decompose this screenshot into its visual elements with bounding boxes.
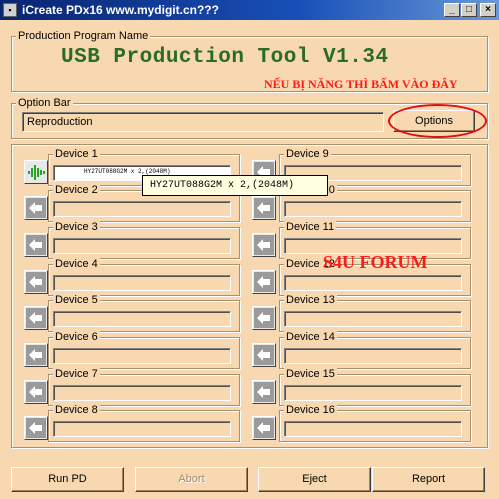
device-3-label: Device 3: [53, 221, 100, 233]
device-5-label: Device 5: [53, 294, 100, 306]
annotation-ellipse: [388, 104, 487, 138]
device-10-field: [284, 201, 462, 217]
program-headline: USB Production Tool V1.34: [61, 46, 389, 69]
device-4-icon-button[interactable]: [24, 270, 48, 294]
device-7-field: [53, 385, 231, 401]
device-4-label: Device 4: [53, 258, 100, 270]
device-7-icon-button[interactable]: [24, 380, 48, 404]
device-12-icon-button[interactable]: [252, 270, 276, 294]
device-11-label: Device 11: [284, 221, 337, 233]
device-15-label: Device 15: [284, 368, 337, 380]
device-10-icon-button[interactable]: [252, 196, 276, 220]
window-title: iCreate PDx16 www.mydigit.cn???: [22, 3, 219, 17]
device-2-field: [53, 201, 231, 217]
arrow-left-icon: [26, 382, 46, 402]
forum-watermark: S4U FORUM: [323, 252, 428, 272]
title-bar[interactable]: ▪ iCreate PDx16 www.mydigit.cn??? _ □ ×: [0, 0, 499, 20]
device-13-field: [284, 311, 462, 327]
minimize-button[interactable]: _: [444, 3, 460, 17]
abort-button[interactable]: Abort: [135, 467, 248, 492]
arrow-left-icon: [26, 198, 46, 218]
arrow-left-icon: [254, 382, 274, 402]
device-14-icon-button[interactable]: [252, 343, 276, 367]
annotation-note: NẾU BỊ NĂNG THÌ BẤM VÀO ĐÂY: [264, 77, 458, 91]
device-15-icon-button[interactable]: [252, 380, 276, 404]
arrow-left-icon: [254, 235, 274, 255]
device-6-icon-button[interactable]: [24, 343, 48, 367]
eject-button[interactable]: Eject: [258, 467, 371, 492]
device-16-field: [284, 421, 462, 437]
arrow-left-icon: [254, 308, 274, 328]
device-14-label: Device 14: [284, 331, 337, 343]
device-tooltip: HY27UT088G2M x 2,(2048M): [142, 175, 328, 196]
option-bar-label: Option Bar: [16, 97, 73, 109]
device-5-icon-button[interactable]: [24, 306, 48, 330]
run-pd-button[interactable]: Run PD: [11, 467, 124, 492]
device-13-label: Device 13: [284, 294, 337, 306]
arrow-left-icon: [26, 418, 46, 438]
device-1-label: Device 1: [53, 148, 100, 160]
device-8-field: [53, 421, 231, 437]
arrow-left-icon: [26, 345, 46, 365]
arrow-left-icon: [254, 198, 274, 218]
device-1-value: HY27UT088G2M x 2,(2048M): [84, 168, 171, 175]
arrow-left-icon: [254, 345, 274, 365]
device-2-icon-button[interactable]: [24, 196, 48, 220]
device-9-label: Device 9: [284, 148, 331, 160]
arrow-left-icon: [26, 272, 46, 292]
device-3-icon-button[interactable]: [24, 233, 48, 257]
arrow-left-icon: [254, 272, 274, 292]
program-name-group-label: Production Program Name: [16, 30, 151, 42]
device-12-field: [284, 275, 462, 291]
device-8-label: Device 8: [53, 404, 100, 416]
device-14-field: [284, 348, 462, 364]
device-4-field: [53, 275, 231, 291]
maximize-button[interactable]: □: [461, 3, 477, 17]
device-15-field: [284, 385, 462, 401]
report-button[interactable]: Report: [372, 467, 485, 492]
device-1-icon-button[interactable]: [24, 160, 48, 184]
device-8-icon-button[interactable]: [24, 416, 48, 440]
app-icon: ▪: [3, 3, 17, 17]
device-3-field: [53, 238, 231, 254]
device-16-icon-button[interactable]: [252, 416, 276, 440]
device-5-field: [53, 311, 231, 327]
arrow-left-icon: [26, 235, 46, 255]
device-11-icon-button[interactable]: [252, 233, 276, 257]
device-16-label: Device 16: [284, 404, 337, 416]
device-2-label: Device 2: [53, 184, 100, 196]
option-value-field[interactable]: Reproduction: [22, 112, 384, 132]
device-7-label: Device 7: [53, 368, 100, 380]
device-13-icon-button[interactable]: [252, 306, 276, 330]
close-button[interactable]: ×: [480, 3, 496, 17]
arrow-left-icon: [26, 308, 46, 328]
usb-active-icon: [28, 165, 45, 180]
device-6-field: [53, 348, 231, 364]
arrow-left-icon: [254, 418, 274, 438]
device-6-label: Device 6: [53, 331, 100, 343]
